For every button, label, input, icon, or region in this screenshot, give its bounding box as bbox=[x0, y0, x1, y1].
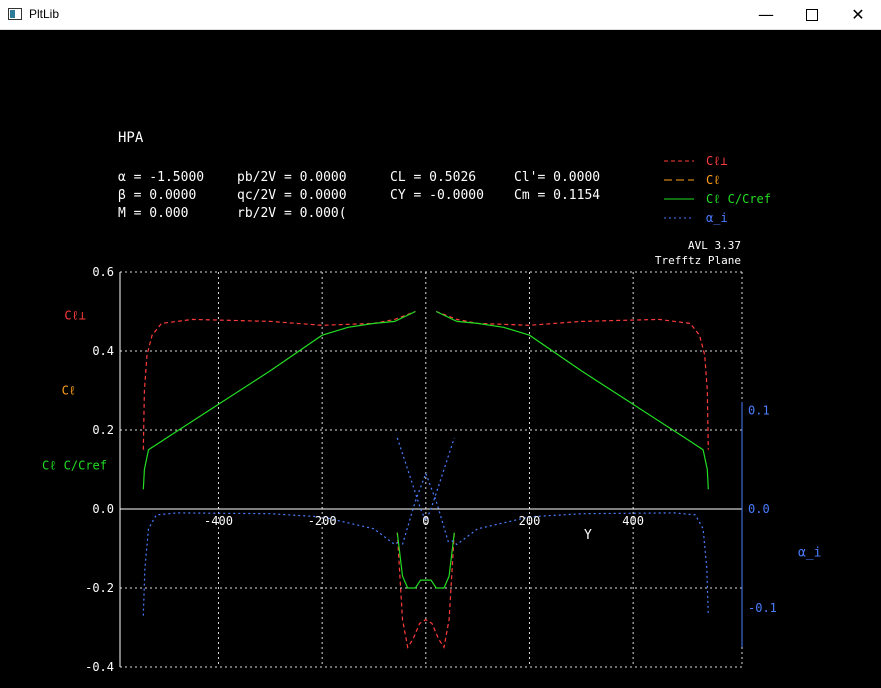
trefftz-plot: HPA α = -1.5000 pb/2V = 0.0000 CL = 0.5026… bbox=[42, 130, 821, 674]
y-tick-label: 0.2 bbox=[92, 423, 114, 437]
grid bbox=[119, 271, 743, 668]
close-icon: ✕ bbox=[851, 5, 865, 24]
window-title: PltLib bbox=[29, 7, 60, 21]
x-axis-label: Y bbox=[584, 528, 592, 543]
param-value: rb/2V = 0.000( bbox=[237, 206, 347, 221]
app-icon bbox=[8, 8, 22, 20]
series-line-1-2 bbox=[396, 532, 455, 589]
version-label: AVL 3.37 bbox=[688, 239, 741, 252]
legend-label: Cℓ bbox=[706, 173, 720, 187]
legend: Cℓ⊥ Cℓ Cℓ C/Cref α_i bbox=[664, 154, 771, 225]
y-axis-label: Cℓ⊥ bbox=[64, 308, 86, 322]
series-group bbox=[142, 310, 709, 649]
x-tick-label: 0 bbox=[422, 514, 429, 528]
series-line-2-0 bbox=[142, 512, 401, 616]
y-tick-label: 0.4 bbox=[92, 344, 114, 358]
x-tick-label: 200 bbox=[519, 514, 541, 528]
plane-label: Trefftz Plane bbox=[655, 254, 741, 267]
right-tick-label: -0.1 bbox=[748, 601, 777, 615]
legend-label: Cℓ⊥ bbox=[706, 154, 728, 168]
series-line-1-1 bbox=[435, 310, 709, 490]
right-tick-label: 0.0 bbox=[748, 502, 770, 516]
y-tick-label: 0.0 bbox=[92, 502, 114, 516]
series-line-0-0 bbox=[142, 310, 416, 450]
right-axis-label: α_i bbox=[798, 545, 821, 560]
param-value: qc/2V = 0.0000 bbox=[237, 188, 347, 203]
series-line-1-0 bbox=[142, 310, 416, 490]
maximize-icon bbox=[806, 8, 818, 21]
y-tick-label: -0.4 bbox=[85, 660, 114, 674]
param-value: CY = -0.0000 bbox=[390, 188, 484, 203]
legend-label: Cℓ C/Cref bbox=[706, 192, 771, 206]
case-name: HPA bbox=[118, 130, 144, 146]
param-value: Cm = 0.1154 bbox=[514, 188, 600, 203]
y-axis-label: Cℓ bbox=[62, 383, 76, 397]
x-tick-label: -400 bbox=[204, 514, 233, 528]
param-value: Cl'= 0.0000 bbox=[514, 170, 600, 185]
param-value: M = 0.000 bbox=[118, 206, 188, 221]
series-line-0-2 bbox=[396, 532, 455, 649]
param-value: α = -1.5000 bbox=[118, 170, 204, 185]
y-axis-label: Cℓ C/Cref bbox=[42, 459, 107, 473]
x-tick-label: 400 bbox=[622, 514, 644, 528]
param-value: β = 0.0000 bbox=[118, 188, 196, 203]
close-button[interactable]: ✕ bbox=[835, 0, 881, 29]
plot-area: HPA α = -1.5000 pb/2V = 0.0000 CL = 0.5026… bbox=[0, 30, 881, 684]
right-tick-label: 0.1 bbox=[748, 403, 770, 417]
x-tick-label: -200 bbox=[308, 514, 337, 528]
series-line-0-1 bbox=[435, 310, 709, 450]
param-value: pb/2V = 0.0000 bbox=[237, 170, 347, 185]
maximize-button[interactable] bbox=[789, 0, 835, 29]
axes bbox=[119, 272, 743, 667]
title-bar[interactable]: PltLib — ✕ bbox=[0, 0, 881, 30]
y-tick-label: -0.2 bbox=[85, 581, 114, 595]
minimize-icon: — bbox=[758, 5, 774, 24]
y-tick-label: 0.6 bbox=[92, 265, 114, 279]
minimize-button[interactable]: — bbox=[743, 0, 789, 29]
series-line-2-1 bbox=[451, 512, 709, 616]
legend-label: α_i bbox=[706, 211, 728, 225]
param-value: CL = 0.5026 bbox=[390, 170, 476, 185]
parameters-block: α = -1.5000 pb/2V = 0.0000 CL = 0.5026 Cl'=… bbox=[118, 170, 600, 221]
